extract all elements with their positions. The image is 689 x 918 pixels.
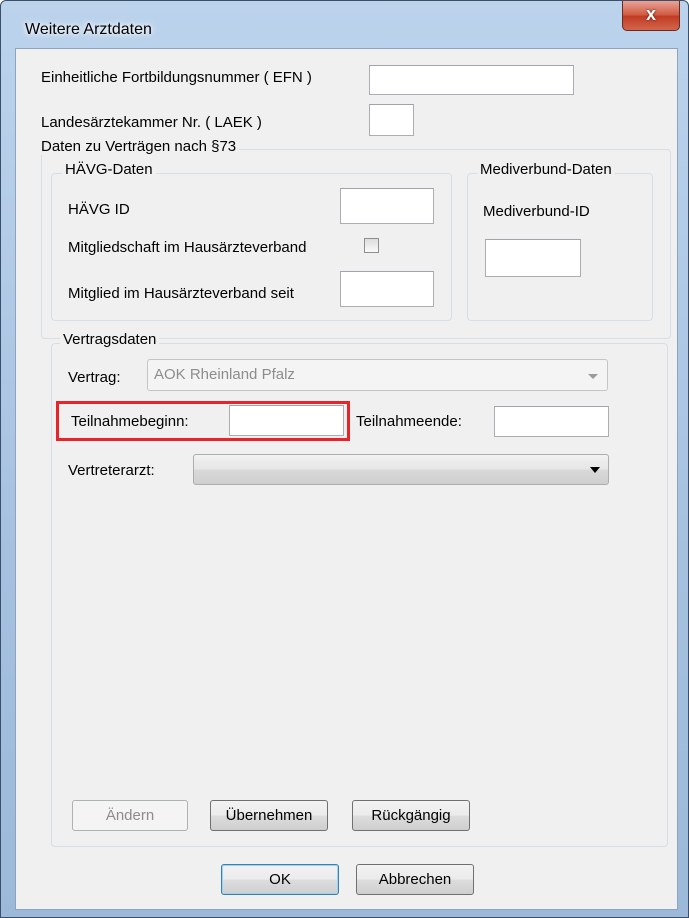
laek-label: Landesärztekammer Nr. ( LAEK ) [41,114,262,131]
member-since-input[interactable] [340,271,434,307]
haevg-group-title: HÄVG-Daten [62,161,156,178]
membership-checkbox[interactable] [364,238,379,253]
uebernehmen-button[interactable]: Übernehmen [210,800,328,831]
title-bar[interactable]: Weitere Arztdaten x [1,1,688,46]
mediverbund-group-title: Mediverbund-Daten [477,161,615,178]
aendern-button[interactable]: Ändern [72,800,188,831]
member-since-label: Mitglied im Hausärzteverband seit [68,285,294,302]
haevg-id-label: HÄVG ID [68,201,130,218]
teilnahmebeginn-input[interactable] [229,405,344,436]
teilnahmeende-input[interactable] [494,406,609,437]
close-icon: x [645,4,656,24]
chevron-down-icon [590,467,600,473]
mediverbund-id-label: Mediverbund-ID [483,203,590,220]
chevron-down-icon [588,374,598,379]
vertreterarzt-label: Vertreterarzt: [68,462,155,479]
mediverbund-id-input[interactable] [485,239,581,277]
dialog-window: Weitere Arztdaten x Einheitliche Fortbil… [0,0,689,918]
dialog-client-area: Einheitliche Fortbildungsnummer ( EFN ) … [15,48,678,910]
haevg-id-input[interactable] [340,188,434,224]
close-button[interactable]: x [622,1,680,31]
rueckgaengig-button[interactable]: Rückgängig [352,800,470,831]
teilnahmebeginn-label: Teilnahmebeginn: [71,413,189,430]
efn-label: Einheitliche Fortbildungsnummer ( EFN ) [41,69,312,86]
vertreterarzt-combobox[interactable] [193,454,609,485]
efn-input[interactable] [369,65,574,95]
vertrag-combobox[interactable]: AOK Rheinland Pfalz [147,359,608,391]
laek-input[interactable] [369,104,414,136]
teilnahmeende-label: Teilnahmeende: [356,413,462,430]
membership-label: Mitgliedschaft im Hausärzteverband [68,239,307,256]
vertraege-group-title: Daten zu Verträgen nach §73 [38,138,240,155]
vertragsdaten-group-title: Vertragsdaten [60,331,160,348]
vertrag-value: AOK Rheinland Pfalz [154,366,295,383]
window-title: Weitere Arztdaten [25,21,152,38]
vertrag-label: Vertrag: [68,369,121,386]
ok-button[interactable]: OK [221,864,339,895]
abbrechen-button[interactable]: Abbrechen [356,864,474,895]
